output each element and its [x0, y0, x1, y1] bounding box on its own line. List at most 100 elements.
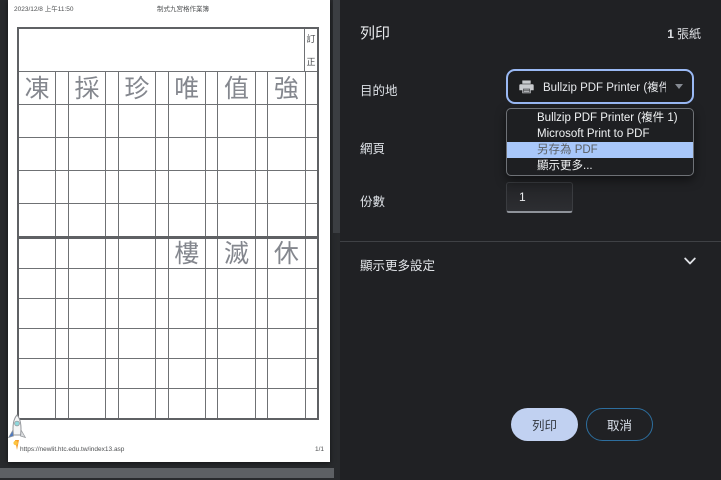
- character-cell: [267, 359, 304, 388]
- cancel-button[interactable]: 取消: [586, 408, 653, 441]
- annotation-cell: [155, 204, 167, 236]
- annotation-cell: [304, 329, 317, 358]
- character-cell: [67, 171, 105, 203]
- annotation-cell: [204, 239, 217, 268]
- annotation-cell: [254, 105, 267, 137]
- annotation-cell: [105, 329, 117, 358]
- annotation-cell: [155, 72, 167, 104]
- annotation-cell: [155, 359, 167, 388]
- annotation-cell: [55, 171, 67, 203]
- annotation-cell: [55, 269, 67, 298]
- character-cell: [217, 359, 254, 388]
- character-cell: [19, 359, 55, 388]
- print-button[interactable]: 列印: [511, 408, 578, 441]
- annotation-cell: [254, 299, 267, 328]
- annotation-cell: [254, 171, 267, 203]
- character-cell: [167, 105, 205, 137]
- print-preview-pane: 2023/12/8 上午11:50 制式九宮格作業簿 訂 正 凍採珍唯值強 樓滅…: [0, 0, 340, 480]
- annotation-cell: [304, 389, 317, 418]
- preview-horizontal-scrollbar[interactable]: [0, 468, 334, 478]
- sheet-row: 凍採珍唯值強: [19, 71, 317, 104]
- character-cell: [267, 329, 304, 358]
- more-settings-label: 顯示更多設定: [360, 259, 436, 273]
- character-cell: [117, 359, 155, 388]
- character-cell: 唯: [167, 72, 205, 104]
- sheet-row: [19, 268, 317, 298]
- print-settings-panel: 列印 1 張紙 目的地 Bullzip PDF Printer (複件 Bullz…: [340, 0, 721, 480]
- character-cell: [167, 359, 205, 388]
- sheet-row: [19, 170, 317, 203]
- destination-option[interactable]: Bullzip PDF Printer (複件 1): [507, 110, 693, 126]
- character-cell: [217, 329, 254, 358]
- annotation-cell: [105, 138, 117, 170]
- annotation-cell: [155, 329, 167, 358]
- character-cell: [267, 389, 304, 418]
- character-cell: [67, 105, 105, 137]
- annotation-cell: [204, 138, 217, 170]
- character-cell: [67, 299, 105, 328]
- character-cell: 採: [67, 72, 105, 104]
- destination-option[interactable]: 顯示更多...: [507, 158, 693, 174]
- character-cell: 滅: [217, 239, 254, 268]
- character-cell: 珍: [117, 72, 155, 104]
- annotation-cell: [304, 204, 317, 236]
- annotation-cell: [304, 359, 317, 388]
- destination-option[interactable]: 另存為 PDF: [507, 142, 693, 158]
- annotation-cell: [204, 105, 217, 137]
- annotation-cell: [155, 269, 167, 298]
- destination-select[interactable]: Bullzip PDF Printer (複件: [506, 69, 694, 104]
- destination-selected-value: Bullzip PDF Printer (複件: [543, 81, 666, 94]
- annotation-cell: [204, 359, 217, 388]
- annotation-cell: [204, 72, 217, 104]
- sheet-row: [19, 358, 317, 388]
- character-cell: [217, 171, 254, 203]
- character-cell: [217, 105, 254, 137]
- correction-label-top: 訂: [306, 35, 316, 45]
- character-cell: [267, 269, 304, 298]
- copies-label: 份數: [360, 195, 386, 209]
- sheet-count-unit: 張紙: [676, 27, 701, 41]
- copies-input[interactable]: [506, 182, 573, 213]
- character-cell: [67, 239, 105, 268]
- destination-label: 目的地: [360, 84, 398, 98]
- sheet-count-number: 1: [667, 27, 674, 41]
- character-cell: [19, 329, 55, 358]
- annotation-cell: [105, 269, 117, 298]
- character-cell: [267, 299, 304, 328]
- annotation-cell: [155, 105, 167, 137]
- chevron-down-icon: [684, 257, 696, 265]
- character-cell: [67, 359, 105, 388]
- correction-label-bottom: 正: [306, 58, 316, 68]
- character-cell: [167, 204, 205, 236]
- character-cell: 強: [267, 72, 304, 104]
- annotation-cell: [304, 239, 317, 268]
- more-settings-toggle[interactable]: 顯示更多設定: [340, 250, 721, 276]
- printer-icon: [519, 79, 534, 93]
- preview-vertical-scrollbar[interactable]: [333, 0, 340, 233]
- character-cell: [217, 269, 254, 298]
- character-cell: 休: [267, 239, 304, 268]
- character-cell: [19, 138, 55, 170]
- annotation-cell: [155, 299, 167, 328]
- annotation-cell: [55, 329, 67, 358]
- annotation-cell: [55, 359, 67, 388]
- sheet-header-blank-cell: [19, 29, 304, 71]
- caret-down-icon: [675, 84, 683, 89]
- pages-label: 網頁: [360, 142, 386, 156]
- character-cell: [267, 204, 304, 236]
- character-cell: 樓: [167, 239, 205, 268]
- character-cell: 凍: [24, 73, 50, 103]
- annotation-cell: [254, 269, 267, 298]
- character-cell: [117, 204, 155, 236]
- annotation-cell: [105, 359, 117, 388]
- character-cell: [19, 239, 55, 268]
- print-header-date: 2023/12/8 上午11:50: [14, 6, 74, 13]
- destination-option[interactable]: Microsoft Print to PDF: [507, 126, 693, 142]
- annotation-cell: [204, 204, 217, 236]
- character-cell: [217, 204, 254, 236]
- character-cell: [117, 389, 155, 418]
- sheet-row: [19, 328, 317, 358]
- annotation-cell: [304, 171, 317, 203]
- sheet-section-2: 樓滅休: [17, 237, 319, 420]
- preview-page: 2023/12/8 上午11:50 制式九宮格作業簿 訂 正 凍採珍唯值強 樓滅…: [7, 0, 330, 462]
